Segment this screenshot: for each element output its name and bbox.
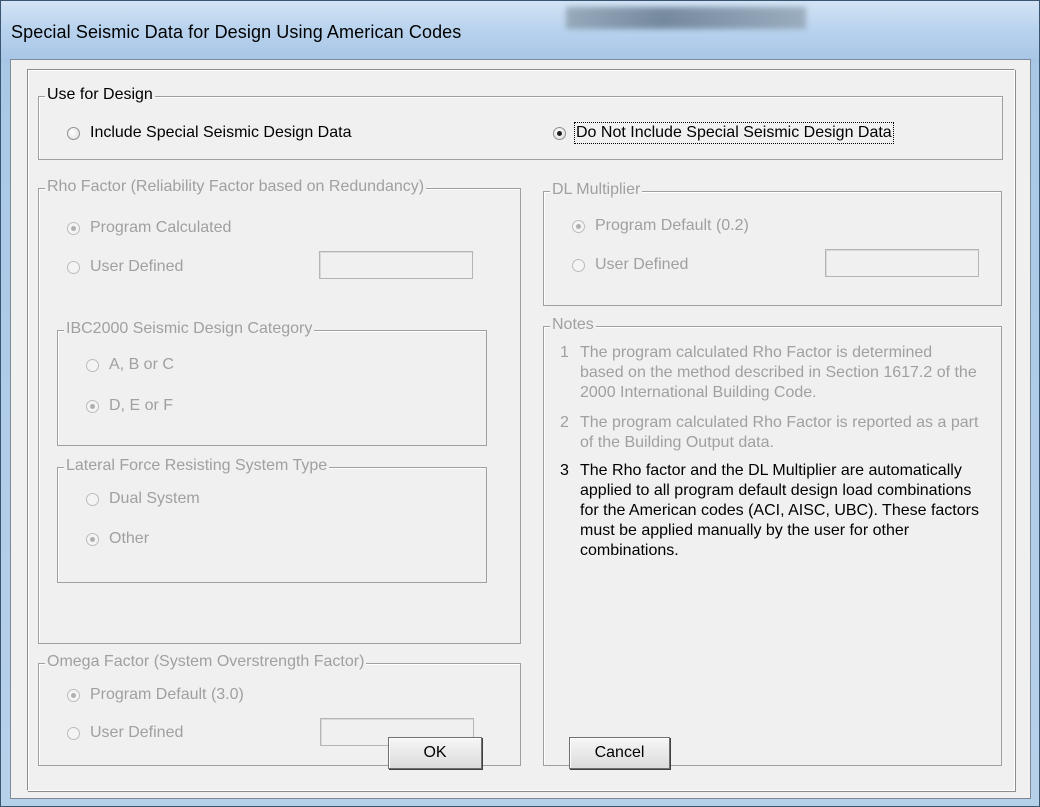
dialog-window: Special Seismic Data for Design Using Am… (0, 0, 1040, 807)
note-3: 3 The Rho factor and the DL Multiplier a… (560, 461, 980, 561)
use-for-design-group: Use for Design Include Special Seismic D… (38, 86, 1003, 160)
note-1: 1 The program calculated Rho Factor is d… (560, 343, 980, 403)
ibc-def-radio[interactable]: D, E or F (86, 397, 173, 415)
rho-user-defined-circle[interactable] (67, 260, 80, 274)
lateral-force-system-group: Lateral Force Resisting System Type Dual… (57, 457, 487, 583)
ibc-abc-radio[interactable]: A, B or C (86, 356, 174, 374)
notes-legend: Notes (550, 316, 596, 334)
ibc-abc-circle[interactable] (86, 358, 99, 372)
dl-program-default-radio[interactable]: Program Default (0.2) (572, 217, 749, 235)
rho-user-defined-radio[interactable]: User Defined (67, 258, 183, 276)
lateral-other-circle[interactable] (86, 532, 99, 546)
lateral-dual-system-circle[interactable] (86, 492, 99, 506)
omega-program-default-label: Program Default (3.0) (90, 686, 244, 703)
include-seismic-data-radio[interactable]: Include Special Seismic Design Data (67, 124, 351, 142)
note-2-number: 2 (560, 414, 569, 431)
note-1-number: 1 (560, 344, 569, 361)
use-for-design-legend: Use for Design (45, 86, 155, 104)
dialog-client-area: Use for Design Include Special Seismic D… (10, 59, 1031, 799)
note-1-text: The program calculated Rho Factor is det… (580, 344, 977, 401)
ibc2000-category-legend: IBC2000 Seismic Design Category (64, 320, 315, 338)
lateral-dual-system-label: Dual System (109, 490, 200, 507)
rho-user-defined-label: User Defined (90, 258, 184, 275)
lateral-other-radio[interactable]: Other (86, 530, 149, 548)
window-title: Special Seismic Data for Design Using Am… (11, 22, 462, 42)
ibc-abc-label: A, B or C (109, 356, 174, 373)
dl-program-default-circle[interactable] (572, 219, 585, 233)
title-bar-background-blur (566, 7, 806, 29)
title-bar[interactable]: Special Seismic Data for Design Using Am… (1, 1, 1039, 63)
omega-user-defined-radio[interactable]: User Defined (67, 724, 183, 742)
lateral-other-label: Other (109, 530, 150, 547)
dl-program-default-label: Program Default (0.2) (595, 217, 749, 234)
rho-factor-group: Rho Factor (Reliability Factor based on … (38, 178, 521, 644)
ibc2000-category-group: IBC2000 Seismic Design Category A, B or … (57, 320, 487, 446)
exclude-radio-label: Do Not Include Special Seismic Design Da… (574, 122, 894, 144)
omega-user-defined-circle[interactable] (67, 726, 80, 740)
omega-program-default-radio[interactable]: Program Default (3.0) (67, 686, 244, 704)
rho-program-calculated-circle[interactable] (67, 221, 80, 235)
lateral-force-system-legend: Lateral Force Resisting System Type (64, 457, 330, 475)
omega-factor-legend: Omega Factor (System Overstrength Factor… (45, 653, 367, 671)
rho-factor-legend: Rho Factor (Reliability Factor based on … (45, 178, 427, 196)
note-2-text: The program calculated Rho Factor is rep… (580, 414, 979, 451)
ibc-def-label: D, E or F (109, 397, 174, 414)
omega-user-defined-label: User Defined (90, 724, 184, 741)
dl-multiplier-group: DL Multiplier Program Default (0.2) User… (543, 181, 1002, 306)
note-3-number: 3 (560, 462, 569, 479)
note-3-text: The Rho factor and the DL Multiplier are… (580, 462, 979, 559)
dl-multiplier-legend: DL Multiplier (550, 181, 643, 199)
dl-user-defined-radio[interactable]: User Defined (572, 256, 688, 274)
dialog-content-frame: Use for Design Include Special Seismic D… (27, 69, 1015, 791)
dl-user-value-field[interactable] (825, 249, 979, 277)
lateral-dual-system-radio[interactable]: Dual System (86, 490, 200, 508)
exclude-radio-circle[interactable] (553, 126, 566, 140)
rho-program-calculated-radio[interactable]: Program Calculated (67, 219, 231, 237)
include-radio-label: Include Special Seismic Design Data (90, 124, 352, 141)
notes-group: Notes 1 The program calculated Rho Facto… (543, 316, 1002, 766)
ibc-def-circle[interactable] (86, 399, 99, 413)
cancel-button[interactable]: Cancel (569, 737, 670, 769)
note-2: 2 The program calculated Rho Factor is r… (560, 413, 980, 453)
rho-user-value-field[interactable] (319, 251, 473, 279)
exclude-seismic-data-radio[interactable]: Do Not Include Special Seismic Design Da… (553, 122, 894, 144)
include-radio-circle[interactable] (67, 126, 80, 140)
dl-user-defined-circle[interactable] (572, 258, 585, 272)
rho-program-calculated-label: Program Calculated (90, 219, 232, 236)
ok-button[interactable]: OK (388, 737, 482, 769)
omega-program-default-circle[interactable] (67, 688, 80, 702)
dl-user-defined-label: User Defined (595, 256, 689, 273)
